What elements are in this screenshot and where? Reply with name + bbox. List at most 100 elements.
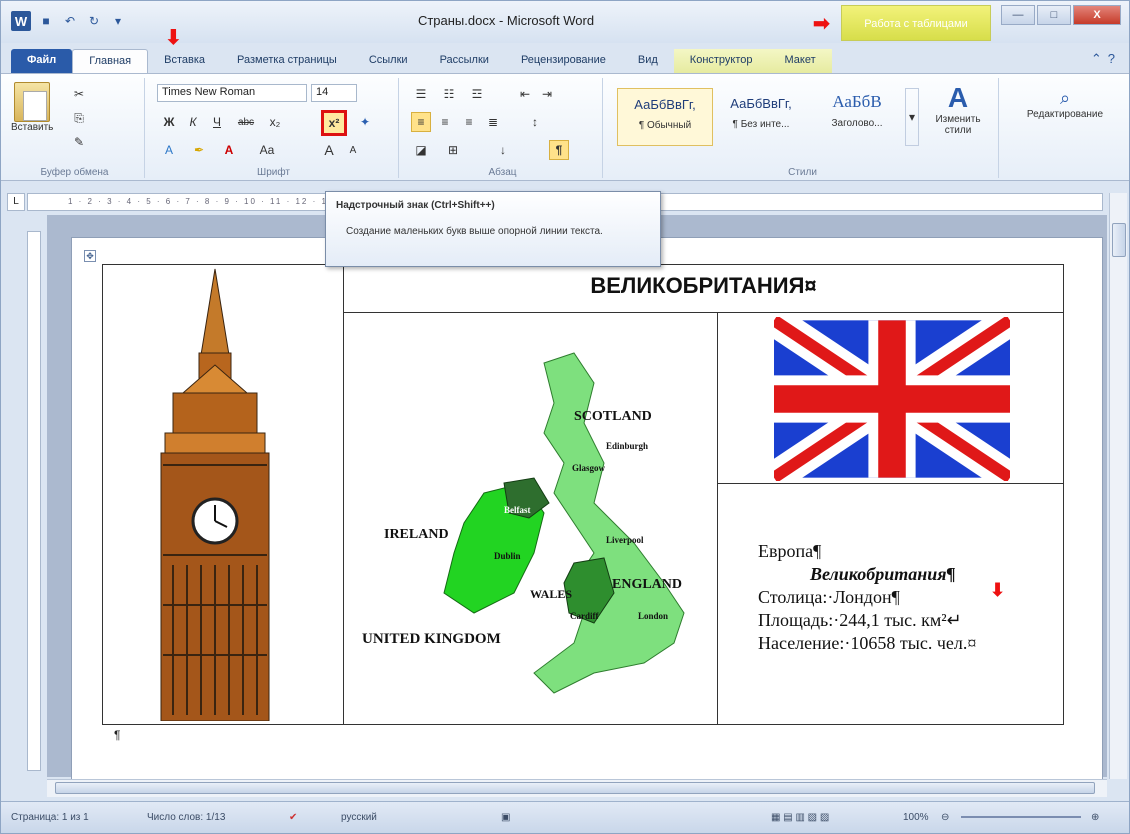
group-styles: АаБбВвГг, ¶ Обычный АаБбВвГг, ¶ Без инте… (607, 78, 999, 178)
cell-info[interactable]: Европа¶ Великобритания¶ Столица:·Лондон¶… (717, 482, 1064, 726)
map-label-london: London (638, 611, 669, 621)
justify-icon[interactable]: ≣ (483, 112, 503, 132)
tab-page-layout[interactable]: Разметка страницы (221, 49, 353, 73)
style-heading[interactable]: АаБбВ Заголово... (809, 88, 905, 146)
map-label-edinburgh: Edinburgh (606, 441, 649, 451)
sort-icon[interactable]: ↓ (493, 140, 513, 160)
tab-design[interactable]: Конструктор (673, 49, 769, 73)
superscript-button[interactable]: x² (321, 110, 347, 136)
multilevel-list-icon[interactable]: ☲ (467, 84, 487, 104)
status-words[interactable]: Число слов: 1/13 (147, 812, 225, 823)
increase-indent-icon[interactable]: ⇥ (537, 84, 557, 104)
shrink-font-button[interactable]: A (343, 140, 363, 160)
document-page[interactable]: ✥ ВЕЛИКОБРИТАНИЯ¤ SCOTLAND Edinburgh Gla… (71, 237, 1103, 797)
group-paragraph: ☰ ☷ ☲ ⇤ ⇥ ≡ ≡ ≡ ≣ ↕ ◪ ⊞ ↓ ¶ Абзац (403, 78, 603, 178)
bold-button[interactable]: Ж (159, 112, 179, 132)
vertical-scroll-thumb[interactable] (1112, 223, 1126, 257)
cell-title[interactable]: ВЕЛИКОБРИТАНИЯ¤ (343, 264, 1064, 313)
highlight-icon[interactable]: ✒ (189, 140, 209, 160)
tab-file[interactable]: Файл (11, 49, 73, 73)
tab-layout[interactable]: Макет (768, 49, 832, 73)
zoom-slider[interactable] (961, 816, 1081, 818)
cell-map[interactable]: SCOTLAND Edinburgh Glasgow IRELAND Belfa… (343, 312, 718, 725)
format-painter-icon[interactable]: ✎ (69, 132, 89, 152)
group-label-clipboard: Буфер обмена (40, 167, 109, 178)
tab-selector-button[interactable]: L (7, 193, 25, 211)
show-marks-button[interactable]: ¶ (549, 140, 569, 160)
font-name-combo[interactable]: Times New Roman (157, 84, 307, 102)
font-size-combo[interactable]: 14 (311, 84, 357, 102)
decrease-indent-icon[interactable]: ⇤ (515, 84, 535, 104)
text-effects-icon[interactable]: A (159, 140, 179, 160)
subscript-button[interactable]: x₂ (265, 112, 285, 132)
close-button[interactable]: X (1073, 5, 1121, 25)
tab-review[interactable]: Рецензирование (505, 49, 622, 73)
tab-mailings[interactable]: Рассылки (424, 49, 505, 73)
style-normal[interactable]: АаБбВвГг, ¶ Обычный (617, 88, 713, 146)
change-styles-button[interactable]: A Изменить стили (925, 82, 991, 136)
borders-icon[interactable]: ⊞ (443, 140, 463, 160)
map-label-glasgow: Glasgow (572, 463, 606, 473)
styles-scroll-icon[interactable]: ▾ (905, 88, 919, 146)
paste-icon (14, 82, 51, 122)
uk-map-image (443, 352, 685, 694)
copy-icon[interactable]: ⎘ (69, 108, 89, 128)
superscript-tooltip: Надстрочный знак (Ctrl+Shift++) Создание… (325, 191, 661, 267)
cell-big-ben[interactable] (102, 264, 344, 725)
country-title: ВЕЛИКОБРИТАНИЯ¤ (590, 273, 817, 298)
status-language[interactable]: русский (341, 812, 377, 823)
grow-font-button[interactable]: A (319, 140, 339, 160)
cell-flag[interactable] (717, 312, 1064, 484)
context-tab-table-tools: Работа с таблицами (841, 5, 991, 41)
italic-button[interactable]: К (183, 112, 203, 132)
horizontal-scrollbar[interactable] (47, 779, 1107, 797)
tooltip-title: Надстрочный знак (Ctrl+Shift++) (336, 200, 495, 211)
horizontal-scroll-thumb[interactable] (55, 782, 1095, 794)
maximize-button[interactable]: □ (1037, 5, 1071, 25)
align-right-icon[interactable]: ≡ (459, 112, 479, 132)
line-spacing-icon[interactable]: ↕ (525, 112, 545, 132)
country-table: ВЕЛИКОБРИТАНИЯ¤ SCOTLAND Edinburgh Glasg… (102, 264, 1064, 726)
clear-formatting-icon[interactable]: ✦ (355, 112, 375, 132)
vertical-ruler (27, 231, 41, 771)
table-move-handle-icon[interactable]: ✥ (84, 250, 96, 262)
font-color-icon[interactable]: A (219, 140, 239, 160)
align-left-icon[interactable]: ≡ (411, 112, 431, 132)
find-icon: ⌕ (1059, 88, 1071, 108)
group-clipboard: Вставить ✂ ⎘ ✎ Буфер обмена (5, 78, 145, 178)
ribbon-controls: ⌃ ? (1091, 51, 1115, 67)
group-label-paragraph: Абзац (488, 167, 517, 178)
zoom-in-icon[interactable]: ⊕ (1091, 812, 1099, 823)
underline-button[interactable]: Ч (207, 112, 227, 132)
bullets-icon[interactable]: ☰ (411, 84, 431, 104)
info-country: Великобритания¶ (810, 563, 956, 584)
strikethrough-button[interactable]: abc (233, 112, 259, 132)
minimize-ribbon-icon[interactable]: ⌃ (1091, 51, 1102, 67)
proofing-icon[interactable]: ✔ (289, 812, 297, 823)
editing-button[interactable]: ⌕ Редактирование (1013, 88, 1117, 120)
help-icon[interactable]: ? (1108, 51, 1115, 67)
ribbon: Вставить ✂ ⎘ ✎ Буфер обмена Times New Ro… (1, 73, 1129, 181)
vertical-scrollbar[interactable] (1109, 193, 1127, 779)
zoom-out-icon[interactable]: ⊖ (941, 812, 949, 823)
macro-icon[interactable]: ▣ (501, 812, 510, 823)
numbering-icon[interactable]: ☷ (439, 84, 459, 104)
tooltip-body: Создание маленьких букв выше опорной лин… (346, 226, 603, 237)
zoom-level[interactable]: 100% (903, 812, 929, 823)
view-buttons[interactable]: ▦ ▤ ▥ ▧ ▨ (771, 812, 829, 823)
paste-button[interactable]: Вставить (11, 82, 53, 133)
cut-icon[interactable]: ✂ (69, 84, 89, 104)
map-label-liverpool: Liverpool (606, 535, 644, 545)
tab-view[interactable]: Вид (622, 49, 674, 73)
style-no-spacing[interactable]: АаБбВвГг, ¶ Без инте... (713, 88, 809, 146)
change-case-button[interactable]: Aa (253, 140, 281, 160)
tab-home[interactable]: Главная (72, 49, 149, 73)
status-page[interactable]: Страница: 1 из 1 (11, 812, 89, 823)
minimize-button[interactable]: — (1001, 5, 1035, 25)
tab-references[interactable]: Ссылки (353, 49, 424, 73)
align-center-icon[interactable]: ≡ (435, 112, 455, 132)
tab-insert[interactable]: Вставка (148, 49, 221, 73)
status-bar: Страница: 1 из 1 Число слов: 1/13 ✔ русс… (1, 801, 1129, 833)
red-arrow-down-icon: ⬇ (990, 579, 1006, 600)
shading-icon[interactable]: ◪ (411, 140, 431, 160)
